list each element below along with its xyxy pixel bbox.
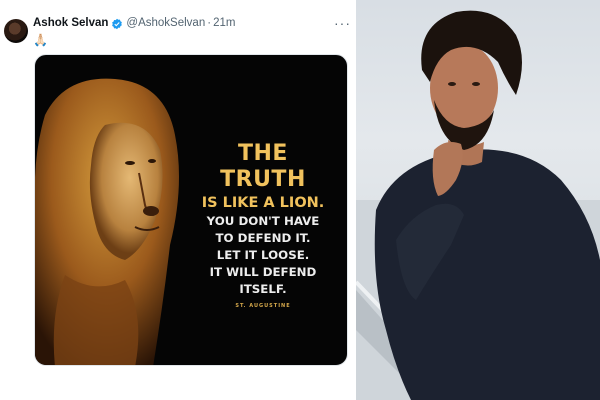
more-options-icon[interactable]: ···	[334, 15, 351, 31]
verified-badge-icon	[111, 17, 123, 30]
quote-line-6: IT WILL DEFEND ITSELF.	[209, 265, 317, 296]
tweet-timestamp[interactable]: 21m	[213, 17, 235, 29]
quote-attribution: ST. AUGUSTINE	[235, 303, 291, 309]
lion-illustration	[35, 78, 179, 365]
quote-line-5: LET IT LOOSE.	[216, 248, 310, 262]
quote-line-3: YOU DON'T HAVE	[206, 214, 320, 228]
author-name[interactable]: Ashok Selvan	[33, 17, 108, 29]
tweet: Ashok Selvan @AshokSelvan · 21m ··· 🙏🏻 T…	[0, 0, 356, 400]
tweet-text: 🙏🏻	[33, 33, 48, 47]
tweet-image[interactable]: THE TRUTH IS LIKE A LION. YOU DON'T HAVE…	[34, 54, 348, 366]
quote-line-1: THE TRUTH	[220, 141, 306, 192]
tweet-header: Ashok Selvan @AshokSelvan · 21m	[33, 17, 235, 30]
person-photo	[356, 0, 600, 400]
quote-text: THE TRUTH IS LIKE A LION. YOU DON'T HAVE…	[193, 141, 333, 309]
quote-line-2: IS LIKE A LION.	[201, 195, 325, 211]
author-handle[interactable]: @AshokSelvan	[126, 17, 205, 29]
quote-line-4: TO DEFEND IT.	[215, 231, 311, 245]
avatar[interactable]	[4, 19, 28, 43]
person-illustration	[356, 10, 600, 400]
separator-dot: ·	[207, 17, 212, 29]
